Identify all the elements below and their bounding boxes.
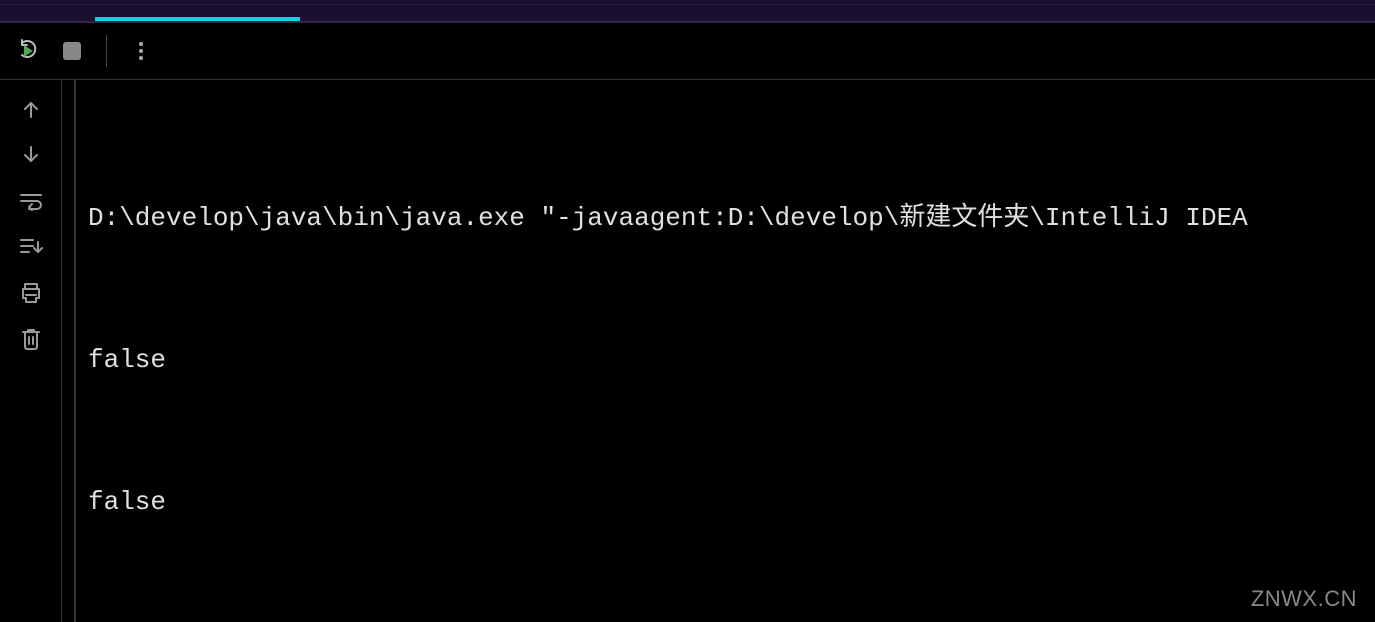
toolbar-divider: [106, 35, 107, 67]
trash-icon[interactable]: [18, 326, 44, 352]
console-line: D:\develop\java\bin\java.exe "-javaagent…: [88, 195, 1365, 242]
console-left-gutter: [0, 80, 62, 622]
soft-wrap-icon[interactable]: [18, 188, 44, 214]
rerun-icon[interactable]: [18, 39, 42, 63]
console-line: false: [88, 479, 1365, 526]
active-tab-indicator: [95, 17, 300, 21]
console-tab-area: [0, 5, 1375, 23]
more-icon[interactable]: [129, 39, 153, 63]
print-icon[interactable]: [18, 280, 44, 306]
console-line: false: [88, 337, 1365, 384]
down-arrow-icon[interactable]: [18, 142, 44, 168]
console-vertical-divider: [62, 80, 76, 622]
console-toolbar: [0, 23, 1375, 80]
scroll-end-icon[interactable]: [18, 234, 44, 260]
console-main-area: D:\develop\java\bin\java.exe "-javaagent…: [0, 80, 1375, 622]
watermark-text: ZNWX.CN: [1251, 586, 1357, 612]
up-arrow-icon[interactable]: [18, 96, 44, 122]
console-output[interactable]: D:\develop\java\bin\java.exe "-javaagent…: [76, 80, 1375, 622]
stop-icon[interactable]: [60, 39, 84, 63]
